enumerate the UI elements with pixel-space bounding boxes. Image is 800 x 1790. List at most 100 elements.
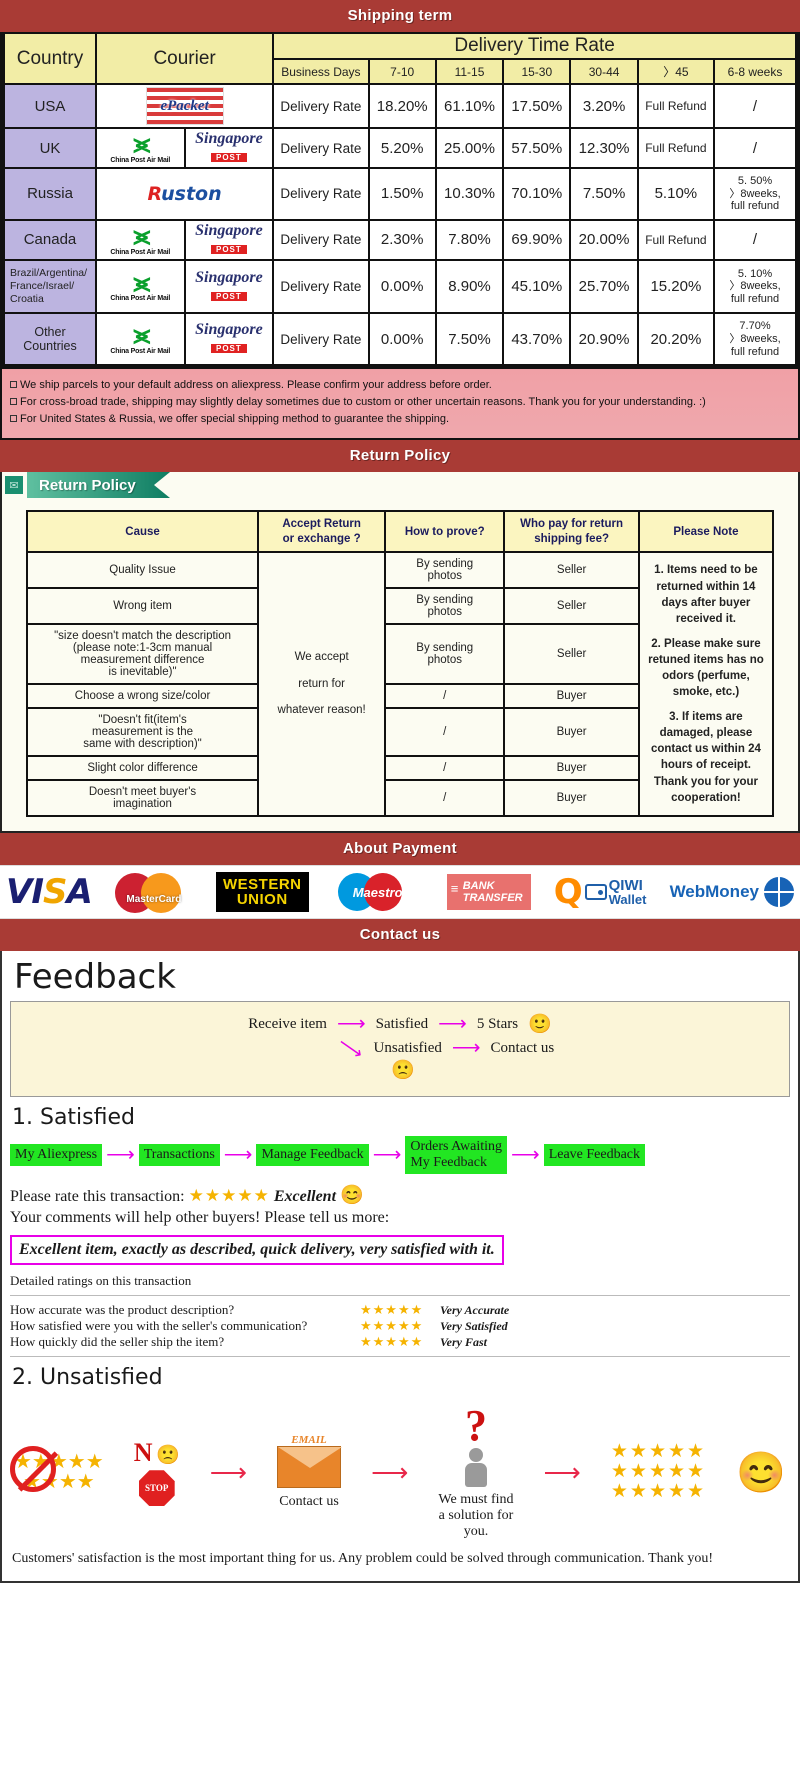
- rating-question: How accurate was the product description…: [10, 1302, 235, 1318]
- rate-11-15: 25.00%: [434, 127, 505, 169]
- rate-11-15: 8.90%: [434, 258, 505, 315]
- rate-7-10: 5.20%: [367, 127, 437, 169]
- rating-stars[interactable]: ★★★★★: [360, 1302, 440, 1318]
- how-to-prove-cell: /: [384, 683, 506, 710]
- person-icon: [463, 1448, 489, 1488]
- return-policy-header-row: Cause Accept Return or exchange ? How to…: [25, 510, 775, 554]
- return-policy-row: Quality Issue We accept return for whate…: [25, 551, 775, 818]
- rate-label: Delivery Rate: [272, 127, 370, 169]
- shipping-row-brazil-group: Brazil/Argentina/ France/Israel/ Croatia…: [3, 258, 797, 315]
- comments-prompt: Your comments will help other buyers! Pl…: [10, 1209, 390, 1227]
- ruston-icon: RRustonuston: [147, 182, 222, 205]
- arrow-right-icon: ⟶: [223, 1144, 253, 1167]
- step-orders-awaiting[interactable]: Orders Awaiting My Feedback: [405, 1136, 508, 1175]
- mastercard-icon: MasterCard: [114, 871, 193, 914]
- rate-30-44: 12.30%: [569, 127, 639, 169]
- shipping-note-text: For United States & Russia, we offer spe…: [20, 413, 450, 426]
- section-unsatisfied-title: 2. Unsatisfied: [12, 1365, 163, 1391]
- who-pays-cell: Buyer: [503, 779, 640, 818]
- epacket-icon: [145, 87, 224, 125]
- th-range-over-45: 〉45: [636, 58, 716, 85]
- flow-contact-us: Contact us: [490, 1039, 555, 1056]
- section-satisfied-title: 1. Satisfied: [12, 1105, 135, 1131]
- sad-face-icon: 🙁: [391, 1060, 415, 1082]
- country-cell: Brazil/Argentina/ France/Israel/ Croatia: [3, 258, 97, 315]
- how-to-prove-cell: /: [384, 755, 506, 782]
- banner-shipping-term: Shipping term: [0, 0, 800, 32]
- rating-stars[interactable]: ★★★★★: [360, 1334, 440, 1350]
- rate-15-30: 69.90%: [502, 218, 572, 261]
- satisfied-step-chain: My Aliexpress ⟶ Transactions ⟶ Manage Fe…: [10, 1136, 790, 1175]
- singapore-post-signature: Singapore: [195, 221, 263, 239]
- courier-logo-singapore-post: Singapore POST: [183, 127, 275, 169]
- rate-over-45: 15.20%: [636, 258, 716, 315]
- flow-satisfied: Satisfied: [375, 1015, 429, 1032]
- rate-label: Delivery Rate: [272, 312, 370, 367]
- accept-return-cell: We accept return for whatever reason!: [257, 551, 387, 818]
- rate-transaction-label: Please rate this transaction:: [10, 1188, 185, 1206]
- th-cause: Cause: [25, 510, 260, 554]
- crossed-stars-icon: ★★★★★ ★★★★: [10, 1445, 104, 1492]
- wu-line1: WESTERN: [223, 876, 302, 894]
- rate-label: Delivery Rate: [272, 258, 370, 315]
- rate-15-30: 43.70%: [502, 312, 572, 367]
- envelope-icon: ✉: [5, 476, 23, 495]
- contact-us-label: Contact us: [279, 1494, 339, 1510]
- country-cell: USA: [3, 83, 97, 129]
- return-policy-section: ✉ Return Policy Cause Accept Return or e…: [0, 472, 800, 834]
- western-union-icon: WESTERN UNION: [216, 872, 309, 913]
- how-to-prove-cell: By sending photos: [384, 587, 506, 626]
- rating-stars[interactable]: ★★★★★: [360, 1318, 440, 1334]
- stop-sign-icon: STOP: [138, 1470, 175, 1507]
- how-to-prove-cell: /: [384, 779, 506, 818]
- shipping-note-text: We ship parcels to your default address …: [20, 379, 492, 392]
- singapore-post-signature: Singapore: [195, 321, 263, 339]
- step-transactions[interactable]: Transactions: [138, 1144, 220, 1167]
- rate-7-10: 0.00%: [367, 312, 437, 367]
- step-leave-feedback[interactable]: Leave Feedback: [543, 1144, 646, 1167]
- how-to-prove-cell: By sending photos: [384, 551, 506, 590]
- rate-6-8-weeks: 5. 50% 〉8weeks, full refund: [713, 167, 797, 221]
- flow-row-satisfied: Receive item ⟶ Satisfied ⟶ 5 Stars 🙂: [11, 1012, 789, 1036]
- courier-logo-ruston: RRustonuston: [94, 167, 275, 221]
- note-item: Thank you for your cooperation!: [653, 775, 759, 804]
- rate-11-15: 10.30%: [434, 167, 505, 221]
- wu-line2: UNION: [236, 891, 288, 909]
- flow-row-unsatisfied: ⟶ Unsatisfied ⟶ Contact us: [11, 1033, 789, 1064]
- rate-over-45: 5.10%: [636, 167, 716, 221]
- payment-methods-strip: VISA MasterCard WESTERN UNION Maestro BA…: [0, 865, 800, 920]
- page-root: Shipping term Country Courier Delivery T…: [0, 0, 800, 1584]
- rate-transaction-line: Please rate this transaction: ★★★★★ Exce…: [10, 1183, 790, 1207]
- rate-stars[interactable]: ★★★★★: [189, 1186, 270, 1205]
- rating-value: Very Satisfied: [440, 1318, 508, 1333]
- step-my-aliexpress[interactable]: My Aliexpress: [10, 1144, 103, 1167]
- rate-15-30: 45.10%: [502, 258, 572, 315]
- maestro-label: Maestro: [352, 884, 403, 900]
- shipping-row-russia: Russia RRustonuston Delivery Rate 1.50% …: [3, 167, 797, 221]
- china-post-glyph: ⪤: [133, 129, 150, 160]
- th-please-note: Please Note: [637, 510, 775, 554]
- divider: [10, 1295, 790, 1297]
- step-manage-feedback[interactable]: Manage Feedback: [256, 1144, 369, 1167]
- cause-cell: Doesn't meet buyer's imagination: [25, 779, 260, 818]
- th-who-pays: Who pay for return shipping fee?: [503, 510, 640, 554]
- courier-logo-china-post: ⪤ China Post Air Mail: [94, 258, 186, 315]
- china-post-glyph: ⪤: [133, 320, 150, 351]
- who-pays-cell: Buyer: [503, 755, 640, 782]
- arrow-right-icon: ⟶: [336, 1013, 366, 1036]
- shipping-row-canada: Canada ⪤ China Post Air Mail Singapore P…: [3, 218, 797, 261]
- rate-7-10: 2.30%: [367, 218, 437, 261]
- rate-label: Delivery Rate: [272, 167, 370, 221]
- bank-line1: BANK: [462, 880, 495, 893]
- rating-question: How satisfied were you with the seller's…: [10, 1318, 308, 1334]
- payment-bank-transfer: BANK TRANSFER: [446, 874, 531, 911]
- qiwi-label: QIWI Wallet: [609, 878, 647, 906]
- smiley-icon: 😊: [340, 1185, 364, 1207]
- shipping-note-text: For cross-broad trade, shipping may slig…: [20, 396, 706, 409]
- rate-over-45: Full Refund: [636, 83, 716, 129]
- how-to-prove-cell: By sending photos: [384, 623, 506, 686]
- shipping-note-row: For cross-broad trade, shipping may slig…: [10, 394, 790, 411]
- rating-row: How accurate was the product description…: [10, 1302, 790, 1318]
- th-range-6-8-weeks: 6-8 weeks: [713, 58, 797, 85]
- payment-webmoney: WebMoney: [670, 877, 794, 908]
